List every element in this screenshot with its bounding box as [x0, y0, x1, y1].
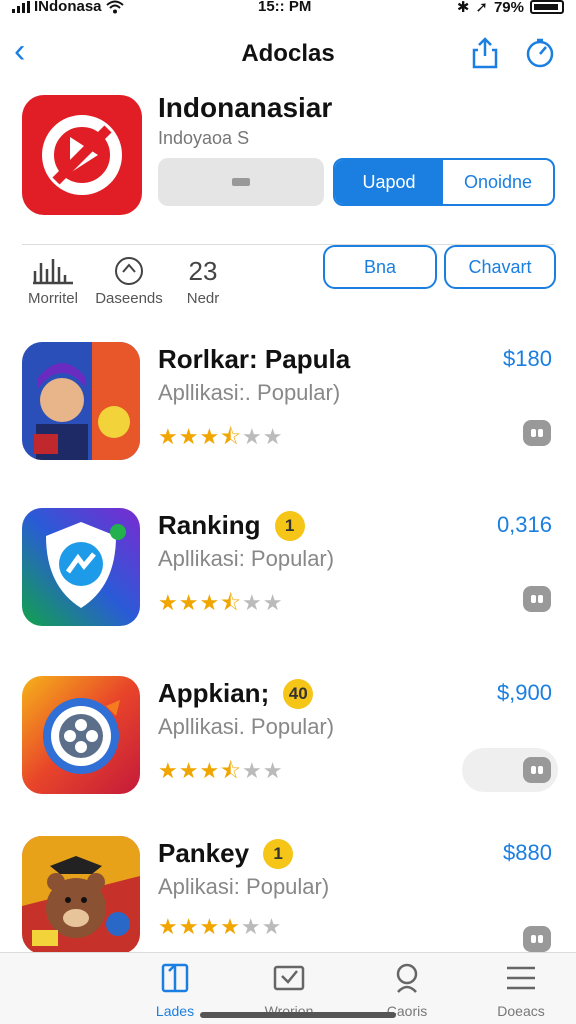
bluetooth-icon: ✱ [456, 0, 470, 16]
search-icon [352, 961, 462, 995]
more-icon [523, 757, 551, 783]
item-name: Appkian; 40 [158, 678, 314, 709]
item-name: Pankey 1 [158, 838, 294, 869]
item-subtitle: Aplikasi: Popular) [158, 874, 330, 899]
battery-icon [530, 0, 564, 14]
battery-percent: 79% [493, 0, 524, 16]
carrier-name: INdonasa [34, 0, 102, 15]
no-play-icon [42, 115, 122, 195]
wifi-icon [105, 0, 124, 13]
item-subtitle: Apllikasi. Popular) [158, 714, 335, 739]
status-bar: INdonasa 15:: PM ✱ ➚ 79% [0, 0, 576, 20]
filter-pill-2[interactable]: Chavart [444, 245, 556, 289]
list-item[interactable]: Rorlkar: Papula Apllikasi:. Popular) ★★★… [0, 342, 576, 482]
rank-badge: 1 [263, 838, 294, 869]
list-item[interactable]: Appkian; 40 Apllikasi. Popular) ★★★⯪★★ $,… [0, 676, 576, 816]
tab-lades[interactable]: Lades [120, 961, 230, 1019]
app-icon [22, 95, 142, 215]
item-price[interactable]: $,900 [497, 680, 552, 706]
more-icon[interactable] [523, 926, 551, 952]
check-frame-icon [234, 961, 344, 995]
rating-stars: ★★★⯪★★ [158, 424, 284, 449]
open-button[interactable]: Onoidne [443, 160, 553, 204]
list-item[interactable]: Ranking 1 Apllikasi: Popular) ★★★⯪★★ 0,31… [0, 508, 576, 648]
tab-caoris[interactable]: Caoris [352, 961, 462, 1019]
app-thumbnail [22, 508, 140, 626]
cell-signal-icon [12, 0, 30, 13]
item-name: Rorlkar: Papula [158, 344, 351, 374]
app-name: Indonanasiar [158, 92, 333, 123]
home-indicator [200, 1012, 396, 1018]
app-thumbnail [22, 676, 140, 794]
more-icon[interactable] [523, 420, 551, 446]
item-name: Ranking 1 [158, 510, 305, 541]
app-developer: Indoyaoa S [158, 128, 250, 148]
share-icon[interactable] [470, 36, 500, 70]
filter-pill-1[interactable]: Bna [323, 245, 437, 289]
stat-number: 23 Nedr [158, 255, 248, 308]
tab-label: Doeacs [497, 1003, 545, 1019]
rating-stars: ★★★⯪★★ [158, 758, 284, 783]
rating-stars: ★★★⯪★★ [158, 590, 284, 615]
item-price[interactable]: $880 [503, 840, 552, 866]
item-subtitle: Apllikasi: Popular) [158, 546, 335, 571]
app-thumbnail [22, 836, 140, 954]
update-button[interactable]: Uapod [335, 160, 443, 204]
tab-doeacs[interactable]: Doeacs [466, 961, 576, 1019]
get-button[interactable] [158, 158, 324, 206]
rank-badge: 40 [283, 678, 314, 709]
tab-wrorion[interactable]: Wrorion [234, 961, 344, 1019]
menu-icon [466, 961, 576, 995]
rank-badge: 1 [274, 510, 305, 541]
slider-knob-icon [232, 178, 250, 186]
book-icon [120, 961, 230, 995]
timer-icon[interactable] [524, 37, 556, 69]
more-icon[interactable] [523, 586, 551, 612]
get-pill-button[interactable] [462, 748, 558, 792]
location-icon: ➚ [475, 0, 488, 16]
rating-stars: ★★★★★★ [158, 914, 283, 939]
item-price[interactable]: $180 [503, 346, 552, 372]
nav-bar: ‹ Adoclas [0, 28, 576, 78]
stat-value: 23 [188, 255, 218, 286]
action-segment: Uapod Onoidne [333, 158, 555, 206]
item-price[interactable]: 0,316 [497, 512, 552, 538]
stat-label: Nedr [186, 290, 220, 307]
clock: 15:: PM [258, 0, 312, 15]
app-thumbnail [22, 342, 140, 460]
item-subtitle: Apllikasi:. Popular) [158, 380, 341, 405]
